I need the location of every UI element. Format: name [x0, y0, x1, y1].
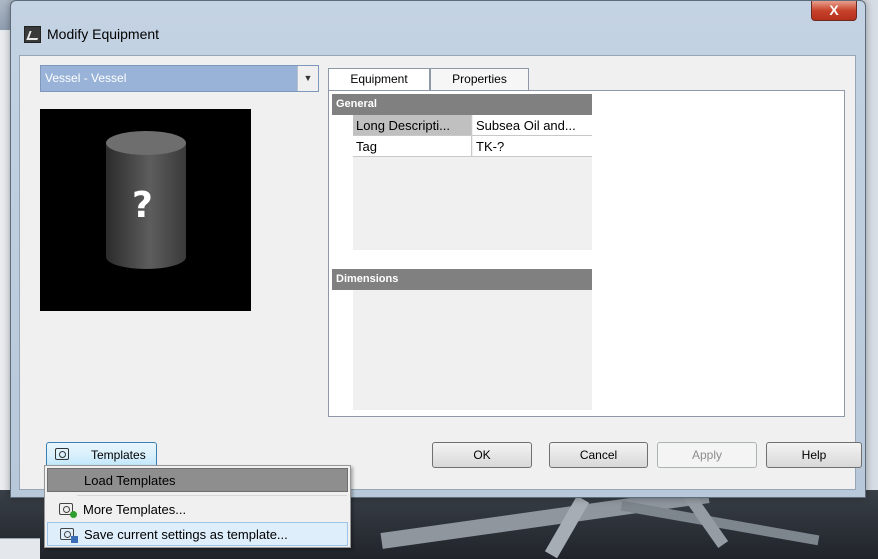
templates-button-label: Templates	[91, 448, 146, 462]
chevron-down-icon[interactable]: ▼	[297, 66, 318, 91]
property-value[interactable]: Subsea Oil and...	[473, 115, 592, 135]
property-name: Long Descripti...	[353, 115, 472, 135]
property-value[interactable]: TK-?	[473, 136, 592, 156]
property-grid: General Long Descripti... Subsea Oil and…	[332, 94, 592, 414]
background-status-bar	[0, 538, 40, 559]
menu-item-label: Save current settings as template...	[84, 527, 288, 542]
plus-badge-icon	[70, 511, 77, 518]
templates-menu: Load Templates More Templates... Save cu…	[44, 465, 351, 548]
background-pipe	[544, 495, 590, 559]
menu-item-save-as-template[interactable]: Save current settings as template...	[47, 522, 348, 546]
equipment-type-selected: Vessel - Vessel	[45, 71, 127, 85]
camera-icon	[55, 448, 69, 460]
property-row-tag[interactable]: Tag TK-?	[353, 136, 592, 157]
property-row-long-description[interactable]: Long Descripti... Subsea Oil and...	[353, 115, 592, 136]
save-badge-icon	[71, 536, 78, 543]
dialog-titlebar[interactable]: Modify Equipment X	[11, 1, 865, 43]
menu-item-label: Load Templates	[84, 473, 176, 488]
modify-equipment-dialog: Modify Equipment X Vessel - Vessel ▼ ? E…	[10, 0, 866, 498]
equipment-tab-panel: General Long Descripti... Subsea Oil and…	[328, 90, 845, 417]
tab-properties[interactable]: Properties	[430, 68, 529, 91]
apply-button: Apply	[657, 442, 757, 468]
menu-item-load-templates[interactable]: Load Templates	[47, 468, 348, 492]
cancel-button[interactable]: Cancel	[549, 442, 648, 468]
help-button[interactable]: Help	[766, 442, 862, 468]
dialog-title: Modify Equipment	[47, 26, 160, 42]
equipment-preview: ?	[40, 109, 251, 311]
menu-separator	[77, 495, 347, 496]
category-general[interactable]: General	[332, 94, 592, 115]
menu-item-label: More Templates...	[83, 502, 187, 517]
dialog-client-area: Vessel - Vessel ▼ ? Equipment Properties…	[19, 55, 862, 490]
category-dimensions[interactable]: Dimensions	[332, 269, 592, 290]
close-button[interactable]: X	[811, 1, 857, 21]
property-name: Tag	[353, 136, 472, 156]
menu-item-more-templates[interactable]: More Templates...	[47, 498, 348, 522]
tab-equipment[interactable]: Equipment	[328, 68, 430, 92]
equipment-type-dropdown[interactable]: Vessel - Vessel ▼	[40, 65, 319, 92]
question-mark-icon: ?	[132, 185, 153, 226]
vessel-cylinder-icon: ?	[106, 131, 186, 269]
app-logo-icon	[24, 26, 41, 43]
category-dimensions-area	[353, 290, 592, 410]
ok-button[interactable]: OK	[432, 442, 532, 468]
